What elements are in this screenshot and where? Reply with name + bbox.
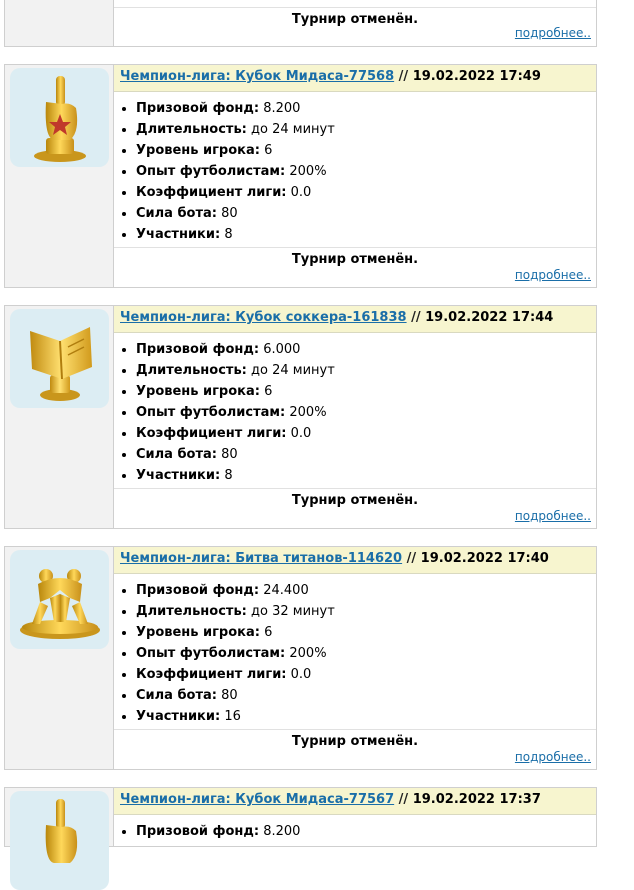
detail-league-coef: Коэффициент лиги: 0.0 [136, 664, 596, 685]
detail-bot-strength: Сила бота: 80 [136, 685, 596, 706]
title-separator: // [402, 551, 421, 566]
tournament-title-link[interactable]: Чемпион-лига: Кубок Мидаса-77568 [120, 69, 394, 84]
detail-participants: Участники: 8 [136, 224, 596, 245]
detail-prize: Призовой фонд: 8.200 [136, 98, 596, 119]
tournament-date: 19.02.2022 17:44 [425, 310, 554, 325]
card-content: Чемпион-лига: Битва титанов-114620 // 19… [113, 547, 596, 769]
golden-wrestlers-trophy-icon [10, 550, 109, 649]
detail-participants: Участники: 8 [136, 465, 596, 486]
card-header: Чемпион-лига: Битва титанов-114620 // 19… [114, 547, 596, 574]
tournament-card: Чемпион-лига: Битва титанов-114620 // 19… [4, 546, 597, 770]
detail-level: Уровень игрока: 6 [136, 622, 596, 643]
tournament-details: Призовой фонд: 6.000 Длительность: до 24… [114, 333, 596, 486]
detail-level: Уровень игрока: 6 [136, 140, 596, 161]
detail-league-coef: Коэффициент лиги: 0.0 [136, 423, 596, 444]
tournament-details: Призовой фонд: 8.200 Длительность: до 24… [114, 92, 596, 245]
card-header: Чемпион-лига: Кубок соккера-161838 // 19… [114, 306, 596, 333]
tournament-date: 19.02.2022 17:49 [412, 69, 541, 84]
tournament-date: 19.02.2022 17:40 [420, 551, 549, 566]
golden-book-trophy-icon [10, 309, 109, 408]
icon-cell [5, 0, 113, 46]
card-content: Чемпион-лига: Кубок соккера-161838 // 19… [113, 306, 596, 528]
tournament-details: Призовой фонд: 24.400 Длительность: до 3… [114, 574, 596, 727]
more-link[interactable]: подробнее.. [515, 268, 591, 282]
card-content: Турнир отменён. подробнее.. [113, 0, 596, 46]
tournament-card-partial: Чемпион-лига: Кубок Мидаса-77567 // 19.0… [4, 787, 597, 890]
detail-level: Уровень игрока: 6 [136, 381, 596, 402]
tournament-title-link[interactable]: Чемпион-лига: Битва титанов-114620 [120, 551, 402, 566]
detail-participants: Участники: 16 [136, 706, 596, 727]
icon-cell [5, 306, 113, 528]
tournament-date: 19.02.2022 17:37 [412, 792, 541, 807]
tournament-card: Чемпион-лига: Кубок соккера-161838 // 19… [4, 305, 597, 529]
tournament-card-partial: Турнир отменён. подробнее.. [4, 0, 597, 47]
golden-finger-trophy-icon [10, 791, 109, 890]
detail-experience: Опыт футболистам: 200% [136, 402, 596, 423]
detail-league-coef: Коэффициент лиги: 0.0 [136, 182, 596, 203]
title-separator: // [394, 792, 413, 807]
title-separator: // [406, 310, 426, 325]
more-link[interactable]: подробнее.. [515, 750, 591, 764]
golden-finger-trophy-icon [10, 68, 109, 167]
detail-duration: Длительность: до 24 минут [136, 360, 596, 381]
detail-bot-strength: Сила бота: 80 [136, 444, 596, 465]
icon-cell [5, 547, 113, 769]
card-header: Чемпион-лига: Кубок Мидаса-77568 // 19.0… [114, 65, 596, 92]
tournament-title-link[interactable]: Чемпион-лига: Кубок Мидаса-77567 [120, 792, 394, 807]
card-content: Чемпион-лига: Кубок Мидаса-77567 // 19.0… [113, 788, 596, 846]
detail-duration: Длительность: до 24 минут [136, 119, 596, 140]
detail-prize: Призовой фонд: 8.200 [136, 821, 596, 842]
more-link[interactable]: подробнее.. [515, 26, 591, 40]
more-link[interactable]: подробнее.. [515, 509, 591, 523]
card-header: Чемпион-лига: Кубок Мидаса-77567 // 19.0… [114, 788, 596, 815]
detail-bot-strength: Сила бота: 80 [136, 203, 596, 224]
icon-cell [5, 788, 113, 890]
tournament-card: Чемпион-лига: Кубок Мидаса-77568 // 19.0… [4, 64, 597, 288]
icon-cell [5, 65, 113, 287]
detail-prize: Призовой фонд: 24.400 [136, 580, 596, 601]
card-content: Чемпион-лига: Кубок Мидаса-77568 // 19.0… [113, 65, 596, 287]
detail-experience: Опыт футболистам: 200% [136, 161, 596, 182]
detail-prize: Призовой фонд: 6.000 [136, 339, 596, 360]
title-separator: // [394, 69, 413, 84]
detail-experience: Опыт футболистам: 200% [136, 643, 596, 664]
detail-duration: Длительность: до 32 минут [136, 601, 596, 622]
tournament-title-link[interactable]: Чемпион-лига: Кубок соккера-161838 [120, 310, 407, 325]
